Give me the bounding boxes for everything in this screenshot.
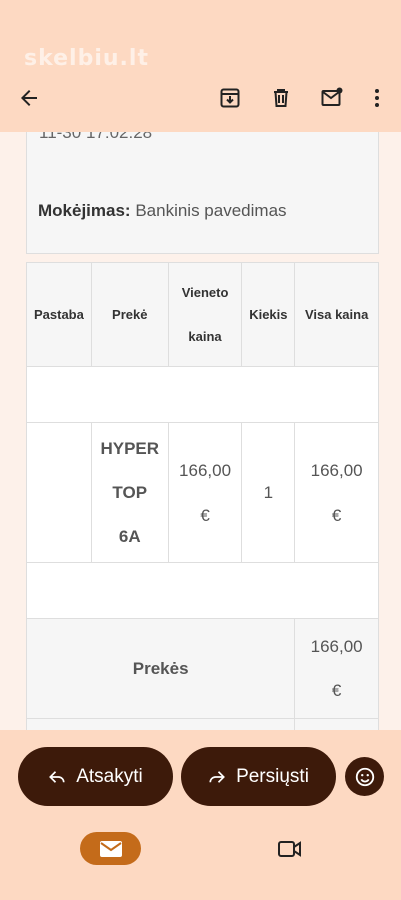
email-body: 11-30 17:02:28 Mokėjimas: Bankinis paved…: [0, 132, 401, 730]
more-vert-icon[interactable]: [365, 86, 389, 110]
toolbar: [0, 76, 401, 120]
summary-currency: €: [331, 680, 342, 700]
archive-icon[interactable]: [218, 86, 242, 110]
emoji-reaction-button[interactable]: [345, 757, 384, 796]
summary-value: 166,00 €: [294, 618, 379, 719]
forward-button[interactable]: Persiųsti: [181, 747, 336, 806]
table-row: HYPER TOP 6A 166,00 € 1 166,00 €: [26, 422, 379, 563]
header-unit-price-line1: Vieneto: [181, 284, 229, 300]
item-total-amount: 166,00: [310, 460, 363, 480]
order-info-card: 11-30 17:02:28 Mokėjimas: Bankinis paved…: [26, 132, 379, 254]
header-total: Visa kaina: [294, 262, 379, 367]
item-name: HYPER TOP 6A: [90, 422, 169, 563]
reply-button[interactable]: Atsakyti: [18, 747, 173, 806]
forward-icon: [209, 770, 225, 783]
mail-icon: [99, 840, 122, 857]
mail-unread-icon[interactable]: [320, 86, 344, 110]
reply-icon: [49, 770, 65, 783]
bottom-navigation: [0, 822, 401, 900]
nav-meet-tab[interactable]: [277, 838, 303, 860]
table-header-row: Pastaba Prekė Vieneto kaina Kiekis Visa …: [26, 262, 379, 367]
item-name-line: 6A: [118, 526, 141, 546]
item-name-line: TOP: [112, 482, 148, 502]
table-spacer-row: [26, 562, 379, 619]
emoji-icon: [355, 767, 374, 786]
reply-action-bar: Atsakyti Persiųsti: [0, 730, 401, 822]
header-note: Pastaba: [26, 262, 92, 367]
payment-label: Mokėjimas:: [38, 201, 131, 220]
item-total: 166,00 €: [294, 422, 379, 563]
header-product: Prekė: [90, 262, 169, 367]
item-unit-price-amount: 166,00: [179, 460, 232, 480]
summary-amount: 166,00: [310, 636, 363, 656]
payment-line: Mokėjimas: Bankinis pavedimas: [38, 201, 287, 221]
order-items-table: Pastaba Prekė Vieneto kaina Kiekis Visa …: [25, 262, 379, 730]
watermark-logo: skelbiu.lt: [24, 46, 149, 71]
trash-icon[interactable]: [269, 86, 293, 110]
order-date: 11-30 17:02:28: [39, 132, 153, 142]
nav-mail-tab[interactable]: [80, 832, 141, 865]
summary-row: Prekės 166,00 €: [25, 618, 379, 719]
back-arrow-icon[interactable]: [17, 86, 41, 110]
item-unit-price: 166,00 €: [167, 422, 243, 563]
item-total-currency: €: [331, 505, 342, 525]
video-icon: [278, 841, 301, 857]
forward-label: Persiųsti: [236, 765, 309, 787]
payment-value: Bankinis pavedimas: [135, 201, 287, 220]
summary-label: Prekės: [25, 618, 296, 719]
item-qty: 1: [241, 422, 296, 563]
table-spacer-row: [26, 366, 379, 423]
table-row-partial: [25, 718, 379, 730]
item-name-line: HYPER: [100, 438, 160, 458]
header-unit-price-line2: kaina: [188, 328, 222, 344]
app-header: skelbiu.lt: [0, 0, 401, 132]
reply-label: Atsakyti: [76, 765, 143, 787]
header-qty: Kiekis: [241, 262, 296, 367]
item-unit-price-currency: €: [200, 505, 210, 525]
item-note: [26, 422, 92, 563]
header-unit-price: Vieneto kaina: [167, 262, 243, 367]
